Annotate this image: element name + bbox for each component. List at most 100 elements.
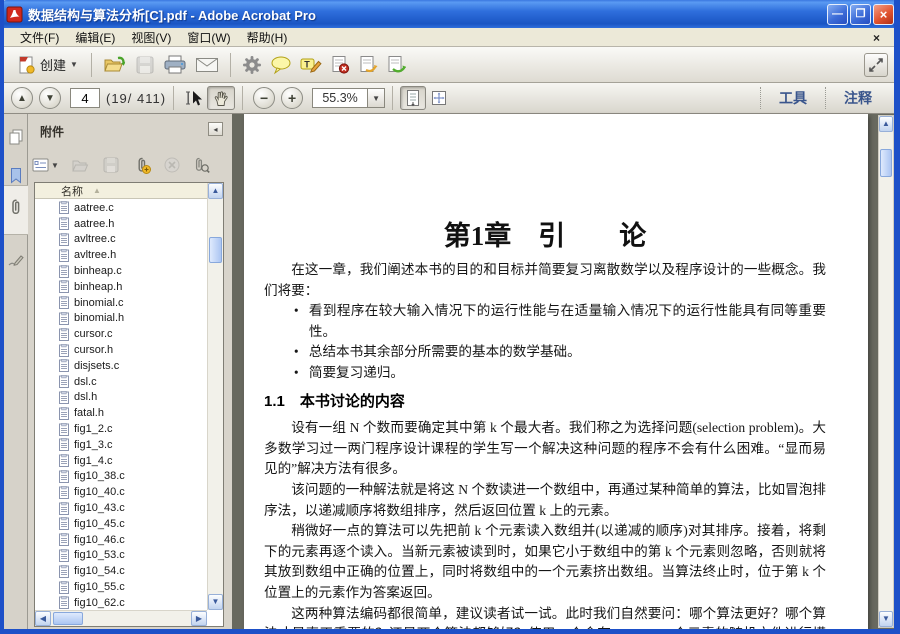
attachments-vertical-scrollbar[interactable]: ▲ ▼ bbox=[207, 183, 223, 610]
previous-page-button[interactable]: ▲ bbox=[11, 87, 33, 109]
zoom-level-value[interactable]: 55.3% bbox=[312, 88, 368, 108]
hand-tool-button[interactable] bbox=[207, 86, 235, 110]
file-icon bbox=[59, 502, 69, 515]
comment-button[interactable] bbox=[266, 53, 296, 77]
file-item[interactable]: fig10_46.c bbox=[35, 532, 207, 548]
file-item[interactable]: dsl.h bbox=[35, 390, 207, 406]
maximize-button[interactable]: ❐ bbox=[850, 4, 871, 25]
file-item[interactable]: aatree.h bbox=[35, 216, 207, 232]
file-item[interactable]: cursor.c bbox=[35, 326, 207, 342]
title-bar[interactable]: 数据结构与算法分析[C].pdf - Adobe Acrobat Pro — ❐… bbox=[0, 0, 900, 28]
file-item[interactable]: aatree.c bbox=[35, 200, 207, 216]
file-item[interactable]: fatal.h bbox=[35, 405, 207, 421]
delete-page-button[interactable] bbox=[326, 53, 354, 77]
next-page-button[interactable]: ▼ bbox=[39, 87, 61, 109]
file-name: fig10_40.c bbox=[74, 486, 125, 498]
file-item[interactable]: fig10_38.c bbox=[35, 469, 207, 485]
file-item[interactable]: fig10_45.c bbox=[35, 516, 207, 532]
bookmarks-panel-button[interactable] bbox=[4, 158, 27, 192]
file-item[interactable]: dsl.c bbox=[35, 374, 207, 390]
document-vertical-scrollbar[interactable]: ▲ ▼ bbox=[878, 115, 894, 628]
expand-view-button[interactable] bbox=[864, 53, 888, 77]
pages-panel-button[interactable] bbox=[4, 120, 27, 154]
zoom-out-button[interactable]: − bbox=[253, 87, 275, 109]
create-button[interactable]: 创建 ▼ bbox=[10, 53, 84, 77]
add-attachment-icon[interactable] bbox=[132, 156, 152, 175]
file-item[interactable]: fig1_2.c bbox=[35, 421, 207, 437]
preferences-button[interactable] bbox=[238, 53, 266, 77]
scroll-right-icon[interactable]: ▶ bbox=[191, 611, 207, 626]
file-name: cursor.h bbox=[74, 344, 113, 356]
file-item[interactable]: fig1_3.c bbox=[35, 437, 207, 453]
scroll-left-icon[interactable]: ◀ bbox=[35, 611, 51, 626]
file-item[interactable]: fig10_40.c bbox=[35, 484, 207, 500]
scroll-down-icon[interactable]: ▼ bbox=[208, 594, 223, 610]
file-name: binomial.c bbox=[74, 297, 124, 309]
scroll-up-icon[interactable]: ▲ bbox=[879, 116, 893, 132]
file-name: fig10_46.c bbox=[74, 534, 125, 546]
save-file-button[interactable] bbox=[131, 53, 159, 77]
scrollbar-thumb[interactable] bbox=[53, 612, 83, 625]
file-item[interactable]: binheap.c bbox=[35, 263, 207, 279]
name-column-header[interactable]: 名称 ▲ bbox=[35, 183, 207, 199]
tools-pane-button[interactable]: 工具 bbox=[761, 88, 825, 108]
zoom-dropdown-button[interactable]: ▼ bbox=[368, 88, 385, 108]
minimize-button[interactable]: — bbox=[827, 4, 848, 25]
options-menu-button[interactable]: ▼ bbox=[32, 158, 59, 172]
file-item[interactable]: fig10_54.c bbox=[35, 563, 207, 579]
menubar-close-icon[interactable]: × bbox=[873, 31, 884, 45]
export-page-button[interactable] bbox=[382, 53, 410, 77]
file-item[interactable]: avltree.h bbox=[35, 247, 207, 263]
close-button[interactable]: × bbox=[873, 4, 894, 25]
menu-item[interactable]: 文件(F) bbox=[12, 28, 67, 47]
pdf-page[interactable]: 第1章 引 论 在这一章，我们阐述本书的目的和目标并简要复习离散数学以及程序设计… bbox=[244, 114, 868, 629]
scroll-up-icon[interactable]: ▲ bbox=[208, 183, 223, 199]
main-toolbar: 创建 ▼ bbox=[4, 47, 894, 83]
search-attachment-icon[interactable] bbox=[192, 156, 210, 174]
print-button[interactable] bbox=[159, 53, 191, 77]
file-item[interactable]: fig10_43.c bbox=[35, 500, 207, 516]
file-item[interactable]: binomial.c bbox=[35, 295, 207, 311]
scroll-mode-button[interactable] bbox=[400, 86, 426, 110]
file-item[interactable]: fig10_55.c bbox=[35, 579, 207, 595]
acrobat-window: 数据结构与算法分析[C].pdf - Adobe Acrobat Pro — ❐… bbox=[0, 0, 900, 634]
attachments-horizontal-scrollbar[interactable]: ◀ ▶ bbox=[35, 610, 207, 626]
file-item[interactable]: disjsets.c bbox=[35, 358, 207, 374]
menu-item[interactable]: 帮助(H) bbox=[239, 28, 296, 47]
text-callout-icon: T bbox=[300, 55, 322, 75]
file-item[interactable]: binomial.h bbox=[35, 311, 207, 327]
text-callout-button[interactable]: T bbox=[296, 53, 326, 77]
file-item[interactable]: avltree.c bbox=[35, 232, 207, 248]
signatures-panel-button[interactable] bbox=[4, 244, 27, 278]
menu-item[interactable]: 编辑(E) bbox=[67, 28, 123, 47]
page-number-input[interactable] bbox=[70, 88, 100, 108]
menu-item[interactable]: 窗口(W) bbox=[179, 28, 238, 47]
select-tool-button[interactable] bbox=[181, 87, 207, 109]
menu-item[interactable]: 视图(V) bbox=[123, 28, 179, 47]
file-name: fig10_55.c bbox=[74, 581, 125, 593]
delete-attachment-icon[interactable] bbox=[163, 156, 181, 174]
collapse-panel-button[interactable]: ◂ bbox=[208, 122, 223, 136]
open-attachment-icon[interactable] bbox=[70, 156, 90, 174]
bullet-item: • 总结本书其余部分所需要的基本的数学基础。 bbox=[294, 342, 826, 363]
file-icon bbox=[59, 423, 69, 436]
zoom-in-button[interactable]: + bbox=[281, 87, 303, 109]
file-item[interactable]: fig10_53.c bbox=[35, 548, 207, 564]
open-file-button[interactable] bbox=[99, 53, 131, 77]
save-attachment-icon[interactable] bbox=[101, 156, 121, 174]
file-item[interactable]: fig10_62.c bbox=[35, 595, 207, 610]
convert-page-button[interactable] bbox=[354, 53, 382, 77]
expand-view-icon bbox=[868, 57, 884, 73]
scrollbar-thumb[interactable] bbox=[209, 237, 222, 263]
file-item[interactable]: cursor.h bbox=[35, 342, 207, 358]
attachments-list-box: 名称 ▲ aatree.c bbox=[34, 182, 224, 627]
bullet-text: 看到程序在较大输入情况下的运行性能与在适量输入情况下的运行性能具有同等重要性。 bbox=[309, 301, 826, 342]
email-button[interactable] bbox=[191, 54, 223, 76]
scrollbar-thumb[interactable] bbox=[880, 149, 892, 177]
file-item[interactable]: binheap.h bbox=[35, 279, 207, 295]
scroll-down-icon[interactable]: ▼ bbox=[879, 611, 893, 627]
comments-pane-button[interactable]: 注释 bbox=[826, 88, 890, 108]
file-item[interactable]: fig1_4.c bbox=[35, 453, 207, 469]
attachments-panel-button[interactable] bbox=[4, 190, 27, 224]
fit-page-button[interactable] bbox=[426, 87, 452, 109]
